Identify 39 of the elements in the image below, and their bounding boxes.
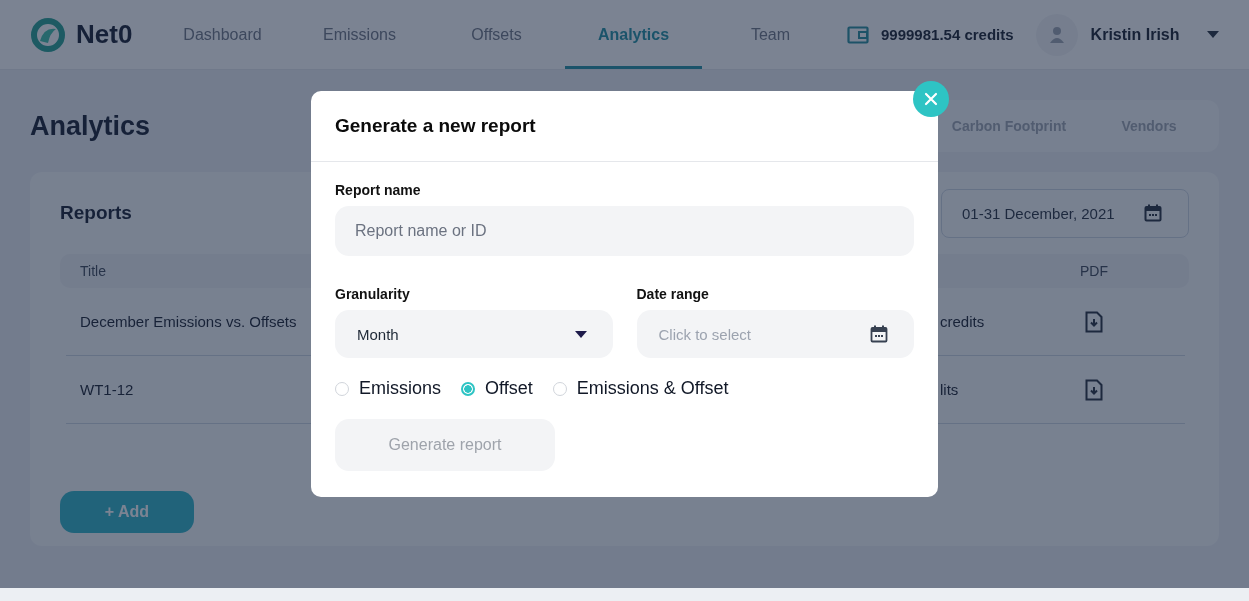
radio-button[interactable] bbox=[461, 381, 476, 396]
card-title: Reports bbox=[60, 202, 132, 224]
calendar-icon bbox=[870, 325, 888, 343]
wallet-icon bbox=[847, 25, 869, 44]
field-label: Granularity bbox=[335, 286, 411, 302]
nav-tab[interactable]: Team bbox=[702, 0, 839, 69]
radio-label: Offset bbox=[485, 378, 533, 399]
dialog-title: Generate a new report bbox=[335, 115, 536, 137]
field-label: Date range bbox=[636, 286, 710, 302]
brand-name: Net0 bbox=[76, 19, 133, 50]
table-cell: December Emissions vs. Offsets bbox=[80, 313, 297, 330]
calendar-icon bbox=[1144, 204, 1162, 222]
column-header: Title bbox=[79, 263, 107, 279]
date-range-field[interactable]: Click to select bbox=[636, 310, 914, 358]
radio-button[interactable] bbox=[335, 381, 349, 396]
logo-icon bbox=[30, 16, 66, 53]
table-cell: lits bbox=[940, 381, 959, 398]
nav-tab[interactable]: Offsets bbox=[428, 0, 565, 69]
file-download-icon[interactable] bbox=[1085, 378, 1103, 401]
add-button[interactable]: + Add bbox=[60, 491, 194, 533]
field-label: Report name bbox=[335, 182, 422, 198]
column-header: PDF bbox=[1079, 263, 1109, 279]
file-download-icon[interactable] bbox=[1085, 310, 1103, 333]
table-cell: WT1-12 bbox=[80, 381, 134, 398]
report-name-field[interactable]: Report name or ID bbox=[335, 206, 914, 256]
nav-tab[interactable]: Emissions bbox=[291, 0, 428, 69]
page-title: Analytics bbox=[30, 110, 151, 142]
credits-balance: 9999981.54 credits bbox=[881, 26, 1014, 43]
caret-icon bbox=[574, 330, 587, 338]
user-name: Kristin Irish bbox=[1090, 25, 1180, 44]
date-filter[interactable]: 01-31 December, 2021 bbox=[941, 188, 1189, 238]
radio-button[interactable] bbox=[552, 381, 567, 396]
granularity-dropdown[interactable]: Month bbox=[335, 310, 613, 358]
nav-tab[interactable]: Dashboard bbox=[154, 0, 291, 69]
close-icon bbox=[924, 92, 938, 106]
radio-label: Emissions & Offset bbox=[576, 378, 729, 399]
table-cell: credits bbox=[940, 313, 985, 330]
radio-label: Emissions bbox=[359, 378, 442, 399]
caret-icon[interactable] bbox=[1207, 31, 1219, 38]
